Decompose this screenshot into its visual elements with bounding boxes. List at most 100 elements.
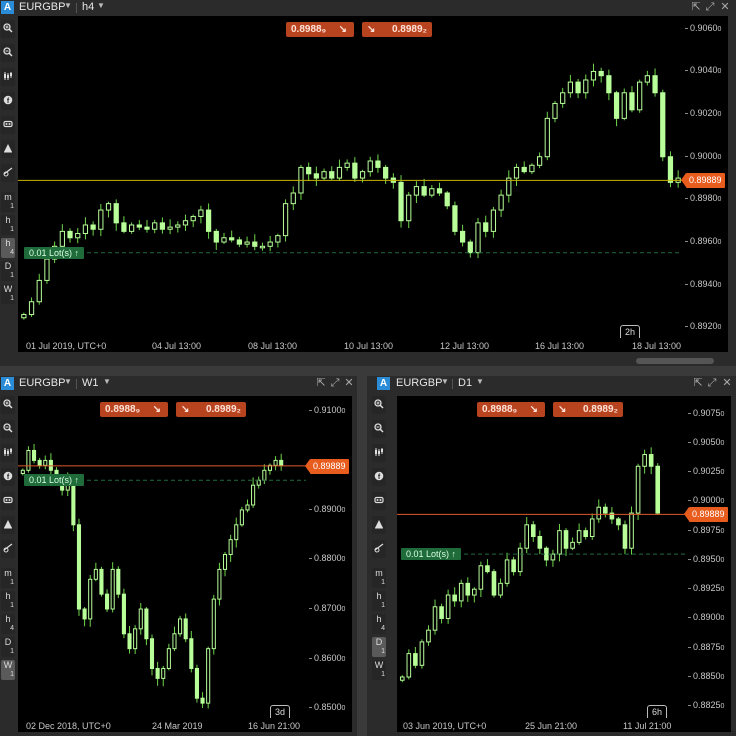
chart-area-left[interactable]: 0.8988₉ ↘ ↘ 0.8989₂ 0.01 Lot(s) ↑ 3d bbox=[18, 396, 306, 718]
candle-body[interactable] bbox=[239, 509, 244, 526]
lots-tag[interactable]: 0.01 Lot(s) ↑ bbox=[24, 474, 85, 487]
candle-body[interactable] bbox=[629, 512, 634, 549]
popout-icon[interactable]: ⇱ bbox=[690, 1, 702, 14]
candle-body[interactable] bbox=[429, 188, 435, 196]
maximize-icon[interactable]: ⤢ bbox=[706, 377, 718, 390]
sell-button[interactable]: 0.8988₉ ↘ bbox=[477, 402, 545, 417]
timeframe-button-h1[interactable]: h1 bbox=[1, 591, 15, 611]
candle-body[interactable] bbox=[221, 237, 227, 243]
candle-body[interactable] bbox=[166, 648, 171, 669]
timeframe-button-m1[interactable]: m1 bbox=[1, 568, 15, 588]
candle-body[interactable] bbox=[655, 465, 661, 514]
candle-body[interactable] bbox=[31, 449, 37, 461]
candle-body[interactable] bbox=[483, 222, 489, 232]
candle-body[interactable] bbox=[306, 166, 312, 175]
drawings-icon[interactable] bbox=[372, 516, 386, 534]
buy-button[interactable]: ↘ 0.8989₂ bbox=[362, 22, 432, 37]
candle-body[interactable] bbox=[596, 506, 602, 520]
candle-body[interactable] bbox=[606, 75, 612, 94]
timeframe-button-h4[interactable]: h4 bbox=[1, 614, 15, 634]
candle-body[interactable] bbox=[229, 237, 235, 241]
candle-body[interactable] bbox=[491, 571, 497, 596]
candle-body[interactable] bbox=[144, 226, 150, 230]
close-icon[interactable]: ✕ bbox=[721, 377, 733, 390]
candle-body[interactable] bbox=[398, 181, 404, 222]
candle-body[interactable] bbox=[82, 608, 87, 620]
candle-body[interactable] bbox=[275, 235, 281, 243]
maximize-icon[interactable]: ⤢ bbox=[704, 1, 716, 14]
candle-body[interactable] bbox=[213, 230, 219, 243]
candle-body[interactable] bbox=[20, 469, 25, 475]
candle-body[interactable] bbox=[75, 233, 81, 239]
candle-body[interactable] bbox=[336, 166, 343, 179]
candle-body[interactable] bbox=[262, 469, 267, 481]
timeframe-button-h1[interactable]: h1 bbox=[372, 591, 386, 611]
candle-body[interactable] bbox=[245, 504, 250, 511]
candle-body[interactable] bbox=[259, 245, 266, 249]
symbol-selector[interactable]: EURGBP bbox=[19, 377, 65, 389]
sell-button[interactable]: 0.8988₉ ↘ bbox=[286, 22, 354, 37]
candle-body[interactable] bbox=[121, 222, 127, 232]
zoom-in-icon[interactable] bbox=[1, 396, 15, 414]
drawings-icon[interactable] bbox=[1, 516, 15, 534]
chart-type-icon[interactable] bbox=[1, 68, 15, 86]
candle-body[interactable] bbox=[244, 241, 250, 245]
timeframe-button-h4[interactable]: h4 bbox=[1, 238, 15, 258]
candle-body[interactable] bbox=[629, 92, 635, 111]
popout-icon[interactable]: ⇱ bbox=[315, 377, 327, 390]
close-icon[interactable]: ✕ bbox=[343, 377, 355, 390]
candle-body[interactable] bbox=[48, 459, 53, 471]
zoom-out-icon[interactable] bbox=[372, 420, 386, 438]
candle-body[interactable] bbox=[504, 559, 510, 584]
candle-body[interactable] bbox=[576, 530, 582, 543]
candle-body[interactable] bbox=[530, 524, 536, 538]
templates-icon[interactable] bbox=[1, 116, 15, 134]
candle-body[interactable] bbox=[37, 459, 42, 466]
candle-body[interactable] bbox=[205, 209, 212, 232]
candle-body[interactable] bbox=[598, 70, 604, 77]
candle-body[interactable] bbox=[426, 629, 431, 643]
candle-body[interactable] bbox=[575, 81, 581, 94]
candle-body[interactable] bbox=[352, 162, 358, 179]
candle-body[interactable] bbox=[452, 205, 458, 232]
settings-icon[interactable] bbox=[372, 540, 386, 558]
candle-body[interactable] bbox=[465, 582, 471, 596]
candle-body[interactable] bbox=[211, 598, 216, 650]
timeframe-selector[interactable]: D1 bbox=[458, 377, 472, 389]
candle-body[interactable] bbox=[321, 171, 327, 179]
zoom-out-icon[interactable] bbox=[1, 420, 15, 438]
candle-body[interactable] bbox=[93, 568, 98, 580]
candle-body[interactable] bbox=[105, 593, 110, 610]
candle-body[interactable] bbox=[200, 697, 205, 704]
candle-body[interactable] bbox=[59, 230, 65, 247]
candle-body[interactable] bbox=[616, 518, 621, 526]
candle-body[interactable] bbox=[155, 667, 160, 679]
candle-body[interactable] bbox=[313, 173, 319, 179]
chevron-down-icon[interactable]: ▼ bbox=[441, 377, 449, 386]
timeframe-button-W1[interactable]: W1 bbox=[372, 660, 386, 680]
candle-body[interactable] bbox=[563, 530, 569, 549]
candle-body[interactable] bbox=[149, 638, 155, 669]
candle-body[interactable] bbox=[138, 608, 143, 630]
candle-body[interactable] bbox=[537, 536, 543, 549]
chevron-down-icon[interactable]: ▼ bbox=[103, 377, 111, 386]
candle-body[interactable] bbox=[406, 194, 412, 222]
candle-body[interactable] bbox=[498, 582, 503, 596]
candle-body[interactable] bbox=[478, 565, 484, 590]
candle-body[interactable] bbox=[98, 209, 104, 230]
candle-body[interactable] bbox=[127, 633, 132, 650]
buy-button[interactable]: ↘ 0.8989₂ bbox=[553, 402, 623, 417]
candle-body[interactable] bbox=[590, 70, 597, 81]
candle-body[interactable] bbox=[436, 188, 443, 194]
candle-body[interactable] bbox=[159, 222, 166, 230]
candle-body[interactable] bbox=[458, 582, 464, 602]
candle-body[interactable] bbox=[251, 484, 256, 506]
candle-body[interactable] bbox=[637, 81, 643, 111]
candle-body[interactable] bbox=[113, 203, 119, 224]
candle-body[interactable] bbox=[43, 459, 48, 466]
candle-body[interactable] bbox=[567, 81, 574, 94]
candle-body[interactable] bbox=[406, 653, 412, 678]
candle-body[interactable] bbox=[452, 594, 457, 602]
candlestick-chart-top[interactable] bbox=[18, 16, 682, 338]
candle-body[interactable] bbox=[459, 230, 466, 243]
